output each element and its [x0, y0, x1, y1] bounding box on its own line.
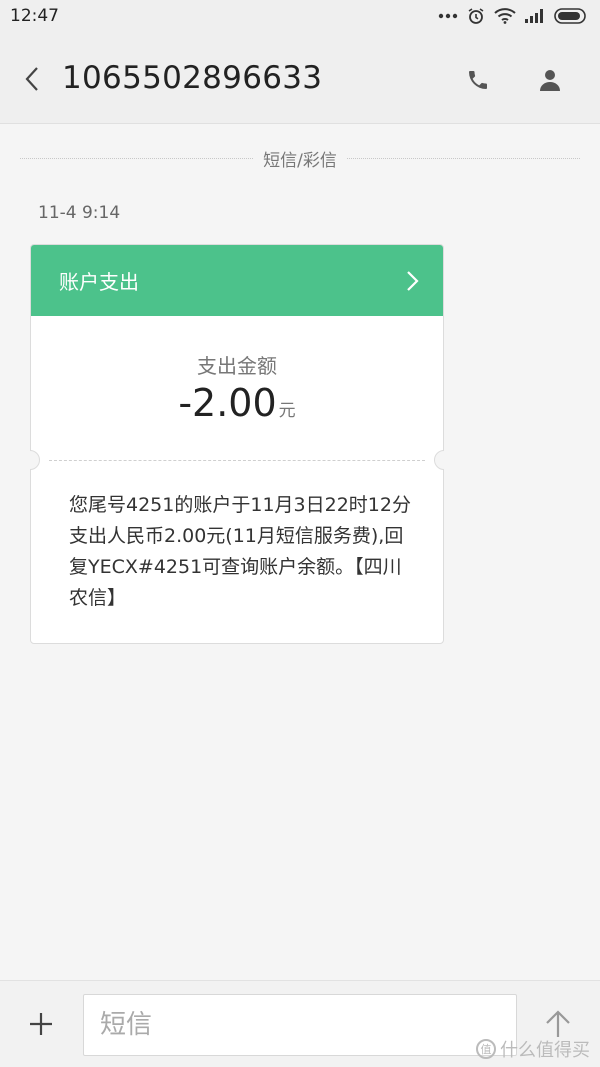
chevron-right-icon: [405, 270, 419, 292]
contact-number: 1065502896633: [62, 60, 323, 96]
watermark-text: 什么值得买: [500, 1040, 590, 1061]
battery-icon: [554, 8, 586, 24]
watermark-icon: 值: [476, 1039, 496, 1059]
phone-icon: [469, 71, 487, 89]
watermark: 值 什么值得买: [476, 1036, 590, 1062]
card-perforation: [30, 450, 444, 470]
card-notch-right: [434, 450, 444, 470]
status-bar: 12:47: [0, 0, 600, 32]
amount-value: -2.00: [178, 381, 277, 425]
message-type-label: 短信/彩信: [263, 150, 337, 171]
plus-icon: [30, 1013, 52, 1035]
more-dots-icon: [438, 13, 458, 19]
message-input[interactable]: [83, 994, 517, 1056]
amount-row: -2.00 元: [31, 381, 443, 425]
signal-icon: [525, 9, 543, 23]
perforation-line: [49, 460, 425, 461]
message-timestamp: 11-4 9:14: [38, 203, 121, 223]
divider-line-right: [346, 157, 581, 159]
card-title: 账户支出: [59, 270, 139, 294]
card-header[interactable]: 账户支出: [31, 245, 443, 316]
person-icon: [540, 70, 560, 91]
transaction-card[interactable]: 账户支出 支出金额 -2.00 元 您尾号4251的账户于11月3日22时12分支…: [30, 244, 444, 644]
status-icons: [438, 7, 588, 25]
amount-label: 支出金额: [197, 354, 277, 378]
add-attachment-button[interactable]: [26, 1009, 56, 1039]
back-button[interactable]: [18, 62, 46, 96]
divider-line-left: [20, 157, 254, 159]
status-time: 12:47: [10, 6, 59, 26]
alarm-icon: [468, 8, 484, 24]
message-body: 您尾号4251的账户于11月3日22时12分支出人民币2.00元(11月短信服务…: [69, 494, 411, 609]
wifi-icon: [494, 8, 516, 24]
message-type-divider: 短信/彩信: [20, 146, 581, 171]
chevron-left-icon: [25, 67, 38, 91]
call-button[interactable]: [462, 64, 494, 96]
app-header: 1065502896633: [0, 32, 600, 124]
contact-profile-button[interactable]: [534, 64, 566, 96]
card-notch-left: [30, 450, 40, 470]
amount-unit: 元: [278, 401, 296, 421]
arrow-up-icon: [546, 1010, 570, 1037]
